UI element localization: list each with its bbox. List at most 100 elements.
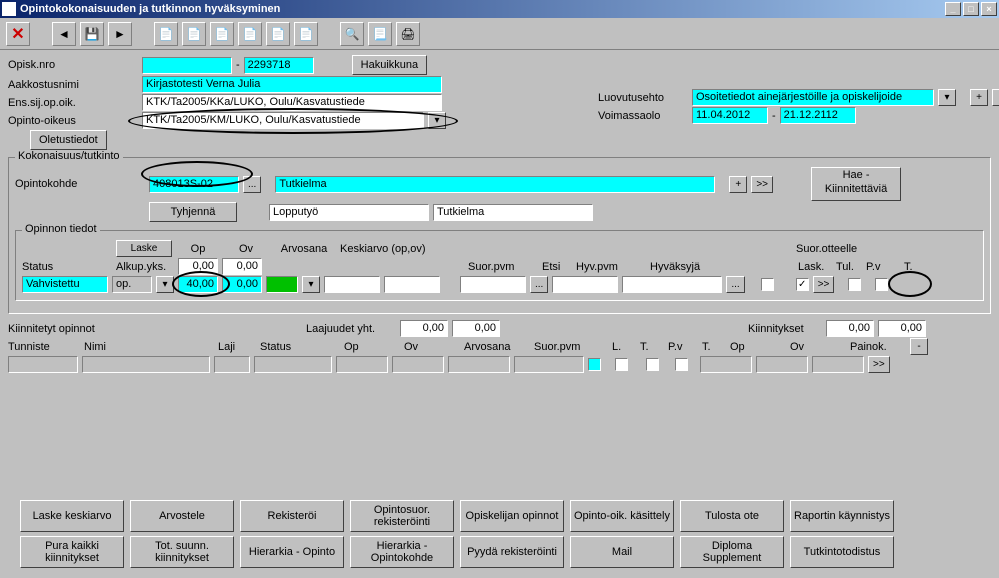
col-pv: P.v — [866, 261, 900, 273]
tool-doc1-icon[interactable]: 📄 — [154, 22, 178, 46]
bottom-button[interactable]: Mail — [570, 536, 674, 568]
col-alkup: Alkup.yks. — [116, 261, 174, 273]
bottom-button[interactable]: Tutkintotodistus — [790, 536, 894, 568]
opisk-nro-blank[interactable] — [142, 57, 232, 74]
tool-doc3-icon[interactable]: 📄 — [210, 22, 234, 46]
ov1-field[interactable]: 0,00 — [222, 258, 262, 275]
bottom-button[interactable]: Pyydä rekisteröinti — [460, 536, 564, 568]
bottom-button[interactable]: Diploma Supplement — [680, 536, 784, 568]
bottom-button[interactable]: Rekisteröi — [240, 500, 344, 532]
bottom-button[interactable]: Hierarkia - Opintokohde — [350, 536, 454, 568]
bottom-button[interactable]: Opiskelijan opinnot — [460, 500, 564, 532]
opintooikeus-dropdown-icon[interactable]: ▾ — [428, 112, 446, 129]
hyvpvm-field[interactable] — [552, 276, 618, 293]
status-value[interactable]: Vahvistettu — [22, 276, 108, 293]
close-button[interactable]: × — [981, 2, 997, 16]
row-gt-button[interactable]: >> — [868, 356, 890, 373]
opinnon-group: Opinnon tiedot Laske Op Ov Arvosana Kesk… — [15, 230, 984, 301]
bottom-button[interactable]: Raportin käynnistys — [790, 500, 894, 532]
tool-prev-icon[interactable]: ◄ — [52, 22, 76, 46]
opintokohde-code[interactable]: 408013S-02 — [149, 176, 239, 193]
luovutusehto-field[interactable]: Osoitetiedot ainejärjestöille ja opiskel… — [692, 89, 934, 106]
tul-checkbox[interactable]: ✓ — [796, 278, 809, 291]
keskiarvo-ov-field[interactable] — [384, 276, 440, 293]
suorpvm-field[interactable] — [460, 276, 526, 293]
tool-next-icon[interactable]: ► — [108, 22, 132, 46]
row-laji — [214, 356, 250, 373]
label-enssij: Ens.sij.op.oik. — [8, 97, 138, 109]
col2-minus-button[interactable]: - — [910, 338, 928, 355]
kiin2-field: 0,00 — [878, 320, 926, 337]
minimize-button[interactable]: _ — [945, 2, 961, 16]
lask-checkbox[interactable] — [761, 278, 774, 291]
bottom-button[interactable]: Opinto-oik. käsittely — [570, 500, 674, 532]
bottom-button[interactable]: Tot. suunn. kiinnitykset — [130, 536, 234, 568]
pv-gt-button[interactable]: >> — [813, 276, 835, 293]
bottom-button-bar: Laske keskiarvoArvosteleRekisteröiOpinto… — [20, 500, 979, 568]
arvosana-field[interactable] — [266, 276, 298, 293]
hyvaksyja-field[interactable] — [622, 276, 722, 293]
op2-field[interactable]: 40,00 — [178, 276, 218, 293]
luovutus-minus-button[interactable]: - — [992, 89, 999, 106]
tool-doc4-icon[interactable]: 📄 — [238, 22, 262, 46]
row-t-check[interactable] — [615, 358, 628, 371]
arvosana-dropdown-icon[interactable]: ▾ — [302, 276, 320, 293]
voimassa-to[interactable]: 21.12.2112 — [780, 107, 856, 124]
bottom-button[interactable]: Opintosuor. rekisteröinti — [350, 500, 454, 532]
hae-kiinnitettavia-button[interactable]: Hae - Kiinnitettäviä — [811, 167, 901, 201]
tyhjenna-button[interactable]: Tyhjennä — [149, 202, 237, 222]
bottom-button[interactable]: Pura kaikki kiinnitykset — [20, 536, 124, 568]
dash: - — [236, 59, 240, 71]
col-keskiarvo: Keskiarvo (op,ov) — [340, 243, 470, 255]
tool-save-icon[interactable]: 💾 — [80, 22, 104, 46]
op1-field[interactable]: 0,00 — [178, 258, 218, 275]
pv-checkbox[interactable] — [848, 278, 861, 291]
col2-nimi: Nimi — [84, 341, 214, 353]
voimassa-from[interactable]: 11.04.2012 — [692, 107, 768, 124]
row-l-check[interactable] — [588, 358, 601, 371]
col-etsi: Etsi — [542, 261, 572, 273]
bottom-button[interactable]: Arvostele — [130, 500, 234, 532]
opintokohde-plus-button[interactable]: + — [729, 176, 747, 193]
keskiarvo-op-field[interactable] — [324, 276, 380, 293]
col2-ov: Ov — [404, 341, 460, 353]
laske-button[interactable]: Laske — [116, 240, 172, 257]
col2-l: L. — [612, 341, 636, 353]
opintokohde-browse-button[interactable]: ... — [243, 176, 261, 193]
luovutus-dropdown-icon[interactable]: ▾ — [938, 89, 956, 106]
tool-doc6-icon[interactable]: 📄 — [294, 22, 318, 46]
row-ov2 — [756, 356, 808, 373]
col-status: Status — [22, 261, 112, 273]
print-icon[interactable]: 🖨 — [396, 22, 420, 46]
bottom-button[interactable]: Laske keskiarvo — [20, 500, 124, 532]
ov2-field[interactable]: 0,00 — [222, 276, 262, 293]
oletustiedot-button[interactable]: Oletustiedot — [30, 130, 107, 150]
suorpvm-browse-button[interactable]: ... — [530, 276, 548, 293]
hyvaksyja-browse-button[interactable]: ... — [726, 276, 744, 293]
tool-page-icon[interactable]: 📃 — [368, 22, 392, 46]
luovutus-plus-button[interactable]: + — [970, 89, 988, 106]
opintokohde-gt-button[interactable]: >> — [751, 176, 773, 193]
cancel-icon[interactable]: ✕ — [6, 22, 30, 46]
window-title: Opintokokonaisuuden ja tutkinnon hyväksy… — [20, 3, 945, 15]
col2-painok: Painok. — [850, 341, 906, 353]
bottom-button[interactable]: Tulosta ote — [680, 500, 784, 532]
opintooikeus-field[interactable]: KTK/Ta2005/KM/LUKO, Oulu/Kasvatustiede — [142, 112, 424, 129]
row-suorpvm — [514, 356, 584, 373]
laaj1-field: 0,00 — [400, 320, 448, 337]
alkup-dropdown-icon[interactable]: ▾ — [156, 276, 174, 293]
bottom-button[interactable]: Hierarkia - Opinto — [240, 536, 344, 568]
label-voimassa: Voimassaolo — [598, 110, 688, 122]
col2-status: Status — [260, 341, 340, 353]
hakuikkuna-button[interactable]: Hakuikkuna — [352, 55, 427, 75]
tool-doc5-icon[interactable]: 📄 — [266, 22, 290, 46]
col-hyvpvm: Hyv.pvm — [576, 261, 646, 273]
row-t2-check[interactable] — [675, 358, 688, 371]
col-ov: Ov — [224, 243, 268, 255]
t-checkbox[interactable] — [875, 278, 888, 291]
maximize-button[interactable]: □ — [963, 2, 979, 16]
search-icon[interactable]: 🔍 — [340, 22, 364, 46]
opisk-nro-value[interactable]: 2293718 — [244, 57, 314, 74]
row-pv-check[interactable] — [646, 358, 659, 371]
tool-doc2-icon[interactable]: 📄 — [182, 22, 206, 46]
